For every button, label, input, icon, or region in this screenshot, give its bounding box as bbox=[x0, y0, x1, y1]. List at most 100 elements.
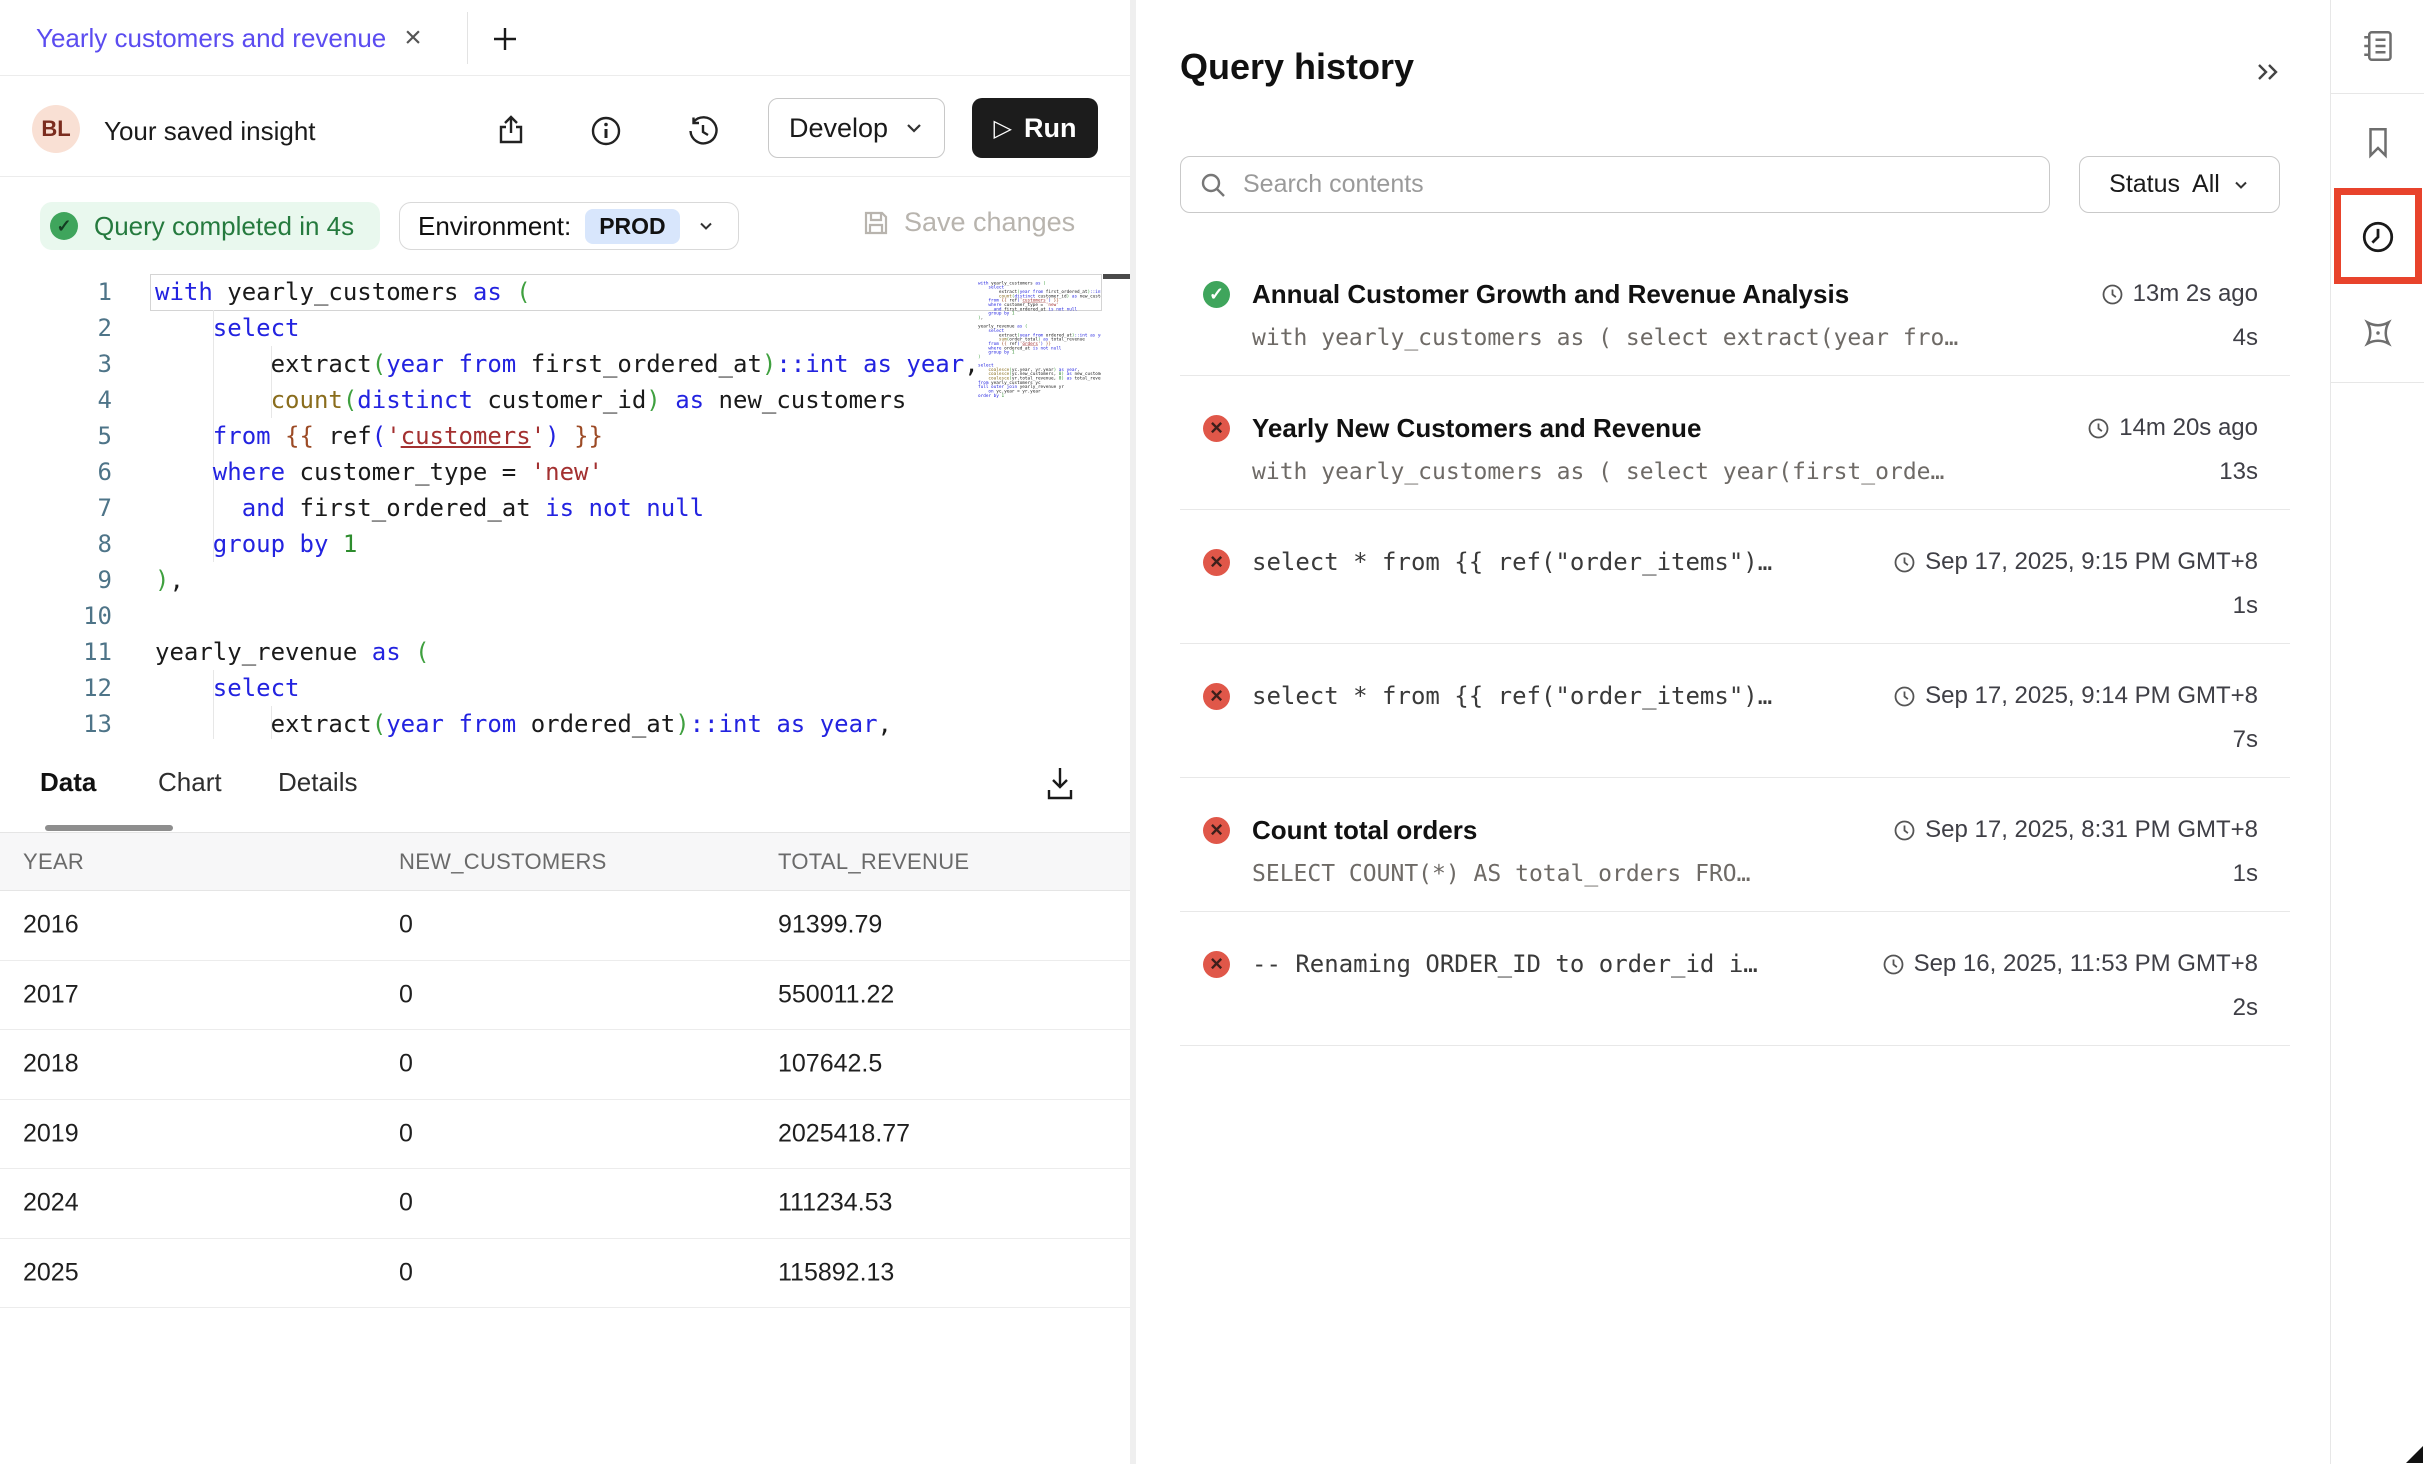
code-line[interactable]: select bbox=[155, 670, 978, 706]
environment-selector[interactable]: Environment: PROD bbox=[399, 202, 739, 250]
code-line[interactable]: with yearly_customers as ( bbox=[155, 274, 978, 310]
table-cell: 0 bbox=[399, 911, 413, 940]
query-timestamp: Sep 17, 2025, 9:15 PM GMT+8 bbox=[1893, 548, 2258, 576]
run-button[interactable]: ▷ Run bbox=[972, 98, 1098, 158]
table-cell: 2016 bbox=[23, 911, 79, 940]
query-title: select * from {{ ref("order_items")… bbox=[1252, 682, 1893, 710]
query-snippet: with yearly_customers as ( select extrac… bbox=[1203, 325, 2233, 351]
new-tab-button[interactable] bbox=[488, 22, 522, 56]
table-cell: 550011.22 bbox=[778, 980, 894, 1009]
table-body: 2016091399.7920170550011.2220180107642.5… bbox=[0, 891, 1130, 1308]
sql-code-editor[interactable]: 12345678910111213 with yearly_customers … bbox=[0, 274, 1130, 739]
share-icon[interactable] bbox=[494, 114, 528, 148]
info-icon[interactable] bbox=[589, 114, 623, 148]
document-header: BL Your saved insight Develop ▷ Run bbox=[0, 76, 1130, 177]
collapse-panel-icon[interactable] bbox=[2252, 56, 2284, 88]
query-history-title: Query history bbox=[1180, 46, 1414, 88]
play-icon: ▷ bbox=[994, 114, 1012, 143]
query-history-item[interactable]: ×select * from {{ ref("order_items")…Sep… bbox=[1180, 510, 2290, 644]
search-box bbox=[1180, 156, 2050, 213]
code-line[interactable]: extract(year from first_ordered_at)::int… bbox=[155, 346, 978, 382]
tab-close-icon[interactable]: × bbox=[404, 23, 422, 53]
code-line[interactable]: and first_ordered_at is not null bbox=[155, 490, 978, 526]
table-cell: 2017 bbox=[23, 980, 79, 1009]
line-number: 13 bbox=[0, 706, 112, 739]
version-history-icon[interactable] bbox=[686, 114, 720, 148]
query-duration: 1s bbox=[2233, 860, 2258, 888]
table-cell: 2025418.77 bbox=[778, 1119, 910, 1148]
code-line: order by 1 bbox=[978, 394, 1101, 398]
code-line[interactable]: count(distinct customer_id) as new_custo… bbox=[155, 382, 978, 418]
error-status-icon: × bbox=[1203, 951, 1230, 978]
table-row[interactable]: 2025 0 115892.13 bbox=[0, 1239, 1130, 1309]
table-row[interactable]: 20240111234.53 bbox=[0, 1169, 1130, 1239]
code-line[interactable]: from {{ ref('customers') }} bbox=[155, 418, 978, 454]
document-title: Your saved insight bbox=[104, 116, 316, 147]
develop-button[interactable]: Develop bbox=[768, 98, 945, 158]
query-history-list: ✓Annual Customer Growth and Revenue Anal… bbox=[1180, 242, 2290, 1046]
table-cell: 0 bbox=[399, 1119, 413, 1148]
code-line[interactable]: group by 1 bbox=[155, 526, 978, 562]
download-icon[interactable] bbox=[1042, 763, 1078, 803]
code-lines[interactable]: with yearly_customers as ( select extrac… bbox=[155, 274, 978, 739]
table-cell: 111234.53 bbox=[778, 1189, 892, 1218]
table-row[interactable]: 20170550011.22 bbox=[0, 961, 1130, 1031]
status-bar: ✓ Query completed in 4s Environment: PRO… bbox=[0, 177, 1130, 274]
environment-value-chip: PROD bbox=[585, 209, 679, 244]
query-timestamp: Sep 17, 2025, 8:31 PM GMT+8 bbox=[1893, 816, 2258, 844]
bookmark-icon[interactable] bbox=[2358, 123, 2398, 163]
active-tab-underline bbox=[45, 825, 173, 831]
table-cell: 91399.79 bbox=[778, 911, 882, 940]
line-number: 3 bbox=[0, 346, 112, 382]
code-line[interactable]: extract(year from ordered_at)::int as ye… bbox=[155, 706, 978, 739]
tab-chart[interactable]: Chart bbox=[158, 767, 222, 798]
query-history-item[interactable]: × -- Renaming ORDER_ID to order_id i…Sep … bbox=[1180, 912, 2290, 1046]
code-line[interactable]: select bbox=[155, 310, 978, 346]
editor-scrollbar-thumb[interactable] bbox=[1103, 274, 1130, 279]
code-line[interactable] bbox=[155, 598, 978, 634]
query-title: -- Renaming ORDER_ID to order_id i… bbox=[1252, 950, 1882, 978]
notebook-icon[interactable] bbox=[2358, 26, 2398, 66]
query-history-item[interactable]: ×select * from {{ ref("order_items")…Sep… bbox=[1180, 644, 2290, 778]
save-changes-button[interactable]: Save changes bbox=[862, 207, 1075, 238]
results-table: YEAR NEW_CUSTOMERS TOTAL_REVENUE 2016 0 91… bbox=[0, 832, 1130, 1308]
code-line[interactable]: ), bbox=[155, 562, 978, 598]
tab-bar: Yearly customers and revenue × bbox=[0, 0, 1130, 76]
query-history-icon[interactable] bbox=[2358, 217, 2398, 257]
tab-details[interactable]: Details bbox=[278, 767, 357, 798]
query-history-item[interactable]: ×Yearly New Customers and Revenue14m 20s… bbox=[1180, 376, 2290, 510]
table-cell: 107642.5 bbox=[778, 1050, 882, 1079]
table-cell: 2025 bbox=[23, 1258, 79, 1287]
tab-divider bbox=[467, 12, 468, 64]
code-line[interactable]: where customer_type = 'new' bbox=[155, 454, 978, 490]
tab-yearly-customers-and-revenue[interactable]: Yearly customers and revenue × bbox=[36, 0, 422, 76]
column-header-total-revenue[interactable]: TOTAL_REVENUE bbox=[778, 849, 969, 875]
table-cell: 0 bbox=[399, 1258, 413, 1287]
success-status-icon: ✓ bbox=[1203, 281, 1230, 308]
editor-minimap[interactable]: with yearly_customers as ( select extrac… bbox=[978, 281, 1101, 731]
column-header-new-customers[interactable]: NEW_CUSTOMERS bbox=[399, 849, 607, 875]
query-history-panel: Query history Status All ✓Annual Custome… bbox=[1136, 0, 2330, 1464]
table-row[interactable]: 20180107642.5 bbox=[0, 1030, 1130, 1100]
table-cell: 115892.13 bbox=[778, 1258, 894, 1287]
toolbar-divider bbox=[2331, 93, 2424, 94]
line-number: 6 bbox=[0, 454, 112, 490]
save-icon bbox=[862, 209, 890, 237]
query-history-item[interactable]: ✓Annual Customer Growth and Revenue Anal… bbox=[1180, 242, 2290, 376]
avatar: BL bbox=[32, 105, 80, 153]
status-filter-dropdown[interactable]: Status All bbox=[2079, 156, 2280, 213]
query-history-item[interactable]: ×Count total ordersSep 17, 2025, 8:31 PM… bbox=[1180, 778, 2290, 912]
query-status-pill: ✓ Query completed in 4s bbox=[40, 202, 380, 250]
query-timestamp: 14m 20s ago bbox=[2087, 414, 2258, 442]
query-timestamp: Sep 16, 2025, 11:53 PM GMT+8 bbox=[1882, 950, 2258, 978]
explore-icon[interactable] bbox=[2358, 313, 2398, 353]
column-header-year[interactable]: YEAR bbox=[23, 849, 84, 875]
table-row[interactable]: 2016 0 91399.79 bbox=[0, 891, 1130, 961]
line-number: 5 bbox=[0, 418, 112, 454]
line-number: 2 bbox=[0, 310, 112, 346]
tab-data[interactable]: Data bbox=[40, 767, 96, 798]
table-row[interactable]: 201902025418.77 bbox=[0, 1100, 1130, 1170]
line-number: 10 bbox=[0, 598, 112, 634]
code-line[interactable]: yearly_revenue as ( bbox=[155, 634, 978, 670]
search-input[interactable] bbox=[1180, 156, 2050, 213]
